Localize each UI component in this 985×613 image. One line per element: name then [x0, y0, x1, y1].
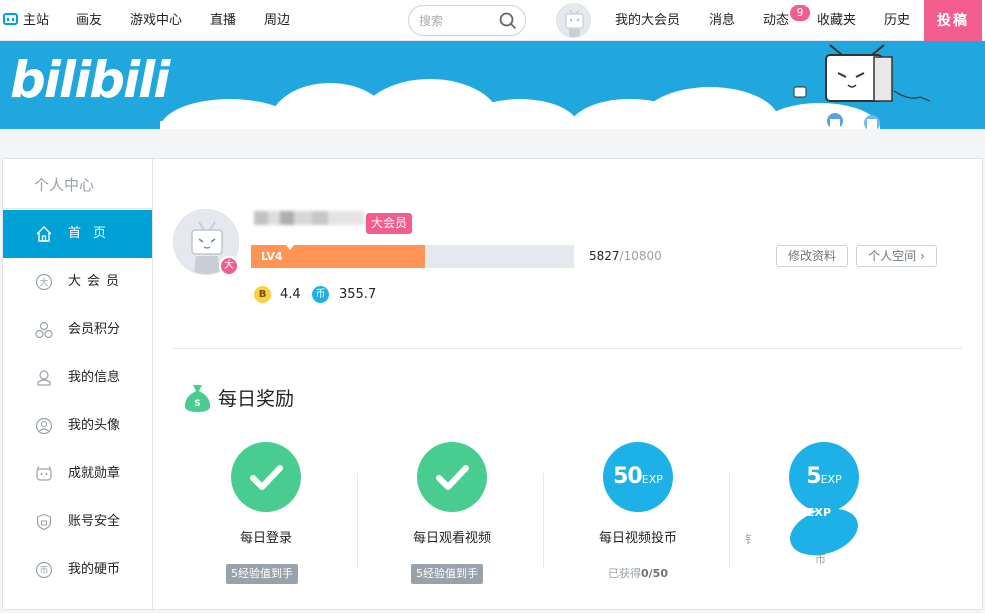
user-info-icon [37, 370, 51, 386]
nav-link-dynamics[interactable]: 动态 [763, 0, 789, 41]
nav-home-link[interactable]: 主站 [3, 0, 49, 41]
section-divider [173, 348, 962, 349]
sidebar-item-label: 大会员 [68, 274, 126, 289]
sidebar-item-label: 我的硬币 [68, 562, 121, 577]
sidebar: 个人中心 首页 大 大会员 会员积分 我的信息 我的头像 成就勋章 账号安全 币… [2, 158, 153, 610]
task-tag-daily-login: 5经验值到手 [226, 564, 298, 584]
sidebar-item-my-info[interactable]: 我的信息 [3, 354, 152, 402]
sidebar-item-coins[interactable]: 币 我的硬币 [3, 546, 152, 594]
task4-exp-badge: 5EXP [789, 442, 859, 512]
coin-icon: 币 [35, 561, 53, 579]
points-icon [35, 321, 53, 339]
chevron-right-icon: › [920, 249, 925, 263]
sidebar-item-my-avatar[interactable]: 我的头像 [3, 402, 152, 450]
tv-icon [3, 13, 18, 25]
edit-profile-button[interactable]: 修改资料 [776, 245, 848, 267]
sidebar-item-medals[interactable]: 成就勋章 [3, 450, 152, 498]
nav-link-my-vip[interactable]: 我的大会员 [615, 0, 680, 41]
search-icon[interactable] [499, 12, 517, 30]
checkmark-icon [250, 465, 283, 490]
nav-link-history[interactable]: 历史 [884, 0, 910, 41]
coin-balance-icon: 币 [312, 286, 329, 303]
sidebar-item-label: 会员积分 [68, 322, 121, 337]
search-input[interactable] [419, 11, 497, 31]
sidebar-item-security[interactable]: 账号安全 [3, 498, 152, 546]
exp-counter: 5827/10800 [589, 246, 662, 267]
personal-space-button[interactable]: 个人空间 › [856, 245, 937, 267]
nav-link-huayou[interactable]: 画友 [76, 0, 102, 41]
task-label-daily-watch: 每日观看视频 [412, 531, 491, 546]
sidebar-item-label: 我的头像 [68, 418, 121, 433]
task-separator [543, 473, 544, 568]
task-progress-daily-coin: 已获得0/50 [558, 565, 718, 583]
sidebar-item-label: 账号安全 [68, 514, 121, 529]
avatar-icon [35, 417, 53, 435]
bcoin-value: 4.4 [280, 287, 301, 302]
exp-amount: 50 [613, 464, 643, 489]
daily-coin-exp-badge: 50EXP [603, 442, 673, 512]
nav-avatar[interactable] [556, 3, 591, 38]
sidebar-title: 个人中心 [3, 159, 152, 209]
vip-avatar-badge: 大 [219, 256, 239, 276]
nav-link-game-center[interactable]: 游戏中心 [130, 0, 182, 41]
shield-icon [36, 513, 52, 531]
username-blurred [254, 211, 364, 225]
mascot-tv-icon [793, 44, 931, 129]
default-avatar-icon [565, 9, 584, 37]
personal-space-label: 个人空间 [868, 249, 917, 263]
task4-ghost-char: 币 [815, 553, 826, 566]
nav-home-label: 主站 [23, 13, 50, 28]
task-separator [357, 473, 358, 568]
nav-link-messages[interactable]: 消息 [709, 0, 735, 41]
task-tag-daily-watch: 5经验值到手 [411, 564, 483, 584]
exp-unit: EXP [641, 473, 663, 486]
bilibili-logo[interactable]: bilibili [10, 50, 170, 110]
exp-unit: EXP [820, 473, 842, 486]
sidebar-item-vip[interactable]: 大 大会员 [3, 258, 152, 306]
sidebar-item-label: 我的信息 [68, 370, 121, 385]
sidebar-item-points[interactable]: 会员积分 [3, 306, 152, 354]
task-separator [729, 473, 730, 568]
top-nav: 主站 画友 游戏中心 直播 周边 我的大会员 消息 动态 9 收藏夹 历史 投稿 [0, 0, 985, 46]
exp-current: 5827 [589, 249, 620, 263]
medal-icon [36, 466, 52, 481]
task-progress-prefix: 已获得 [608, 567, 641, 580]
daily-watch-status [417, 442, 487, 512]
main-panel: 大 大会员 LV4 5827/10800 修改资料 个人空间 › B 4.4 币… [153, 158, 983, 610]
vip-tag[interactable]: 大会员 [366, 213, 413, 234]
task4-ghost-char: 钅 [745, 533, 756, 546]
task-label-daily-coin: 每日视频投币 [598, 531, 677, 546]
dynamics-badge: 9 [790, 5, 810, 21]
checkmark-icon [436, 465, 469, 490]
exp-amount: 5 [806, 464, 821, 489]
nav-link-favorites[interactable]: 收藏夹 [817, 0, 856, 41]
vip-icon: 大 [35, 273, 53, 291]
coin-balance-value: 355.7 [339, 287, 377, 302]
exp-total: /10800 [619, 249, 662, 263]
sidebar-item-home[interactable]: 首页 [3, 210, 152, 258]
nav-link-live[interactable]: 直播 [210, 0, 236, 41]
svg-text:币: 币 [39, 566, 48, 577]
bcoin-icon: B [254, 286, 271, 303]
task4-ghost-exp: EXP [807, 506, 832, 519]
daily-reward-title: 每日奖励 [218, 388, 295, 410]
money-bag-icon: S [184, 385, 211, 412]
search-box [408, 5, 526, 36]
svg-text:大: 大 [39, 277, 48, 289]
svg-text:S: S [194, 399, 200, 409]
banner: bilibili [0, 41, 985, 129]
upload-button[interactable]: 投稿 [924, 0, 982, 46]
sidebar-item-label: 成就勋章 [68, 466, 121, 481]
task-label-daily-login: 每日登录 [239, 531, 292, 546]
home-icon [36, 226, 52, 242]
daily-login-status [231, 442, 301, 512]
task-progress-value: 0/50 [641, 567, 668, 580]
level-progress-bar: LV4 [251, 245, 574, 268]
nav-link-merch[interactable]: 周边 [264, 0, 290, 41]
sidebar-item-label: 首页 [68, 226, 119, 241]
level-label: LV4 [261, 250, 283, 263]
level-notch [286, 245, 294, 250]
